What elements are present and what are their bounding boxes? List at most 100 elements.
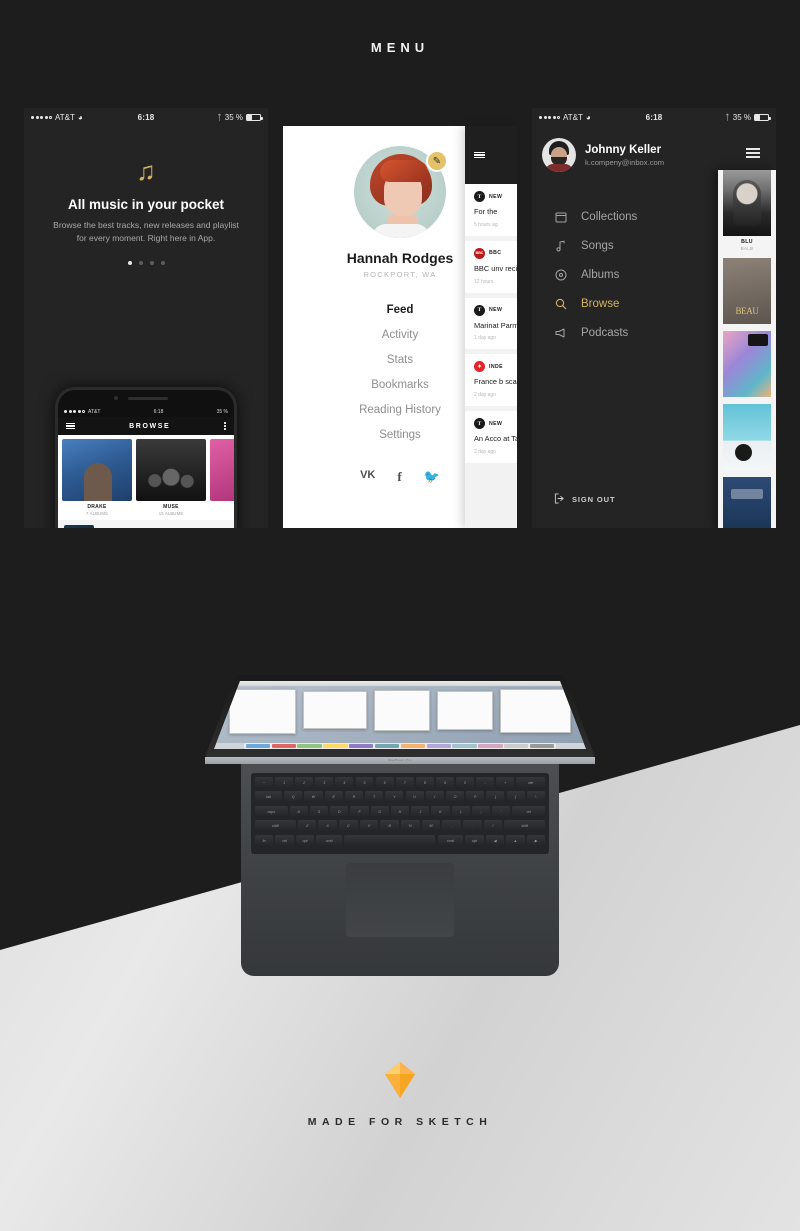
- album-item[interactable]: [723, 258, 771, 324]
- menu-item-label: Browse: [581, 297, 620, 310]
- trackpad[interactable]: [346, 862, 454, 937]
- bluetooth-icon: ᛏ: [216, 112, 222, 122]
- facebook-icon[interactable]: f: [397, 469, 401, 485]
- hamburger-icon[interactable]: [746, 148, 760, 158]
- news-item[interactable]: T NEW An Acco at Tapes 2 day ago: [465, 411, 517, 463]
- status-bar-right: ᛏ 35 %: [154, 112, 263, 122]
- album-title: BLU: [741, 239, 753, 245]
- track-row[interactable]: Run the Jewels 3 Run the Jewels +: [58, 520, 234, 528]
- macos-dock: [243, 743, 557, 749]
- news-item[interactable]: BBC BBC BBC unv recipes 12 hours: [465, 240, 517, 293]
- keyboard-row[interactable]: tab Q W E R T Y U I O P[] \: [255, 791, 545, 804]
- phone-earpiece: [58, 390, 234, 406]
- battery-percent-label: 35 %: [732, 112, 751, 122]
- avatar[interactable]: ✎: [354, 146, 448, 238]
- artist-album-count: 7 ALBUMS: [85, 511, 109, 516]
- wifi-icon: ◕: [585, 112, 591, 122]
- clock-label: 6:18: [645, 112, 663, 122]
- album-item[interactable]: [723, 477, 771, 528]
- phone-mockup: AT&T 6:18 35 % BROWSE DRAKE 7 ALBUMS MUS…: [55, 387, 237, 528]
- album-cover: [723, 170, 771, 236]
- pager-dot-1[interactable]: [127, 261, 132, 266]
- pager-dot-4[interactable]: [160, 261, 165, 266]
- sign-out-button[interactable]: SIGN OUT: [554, 493, 615, 506]
- hamburger-icon[interactable]: [66, 422, 75, 430]
- music-notes-icon: ♫: [136, 156, 156, 186]
- battery-icon: [246, 113, 263, 121]
- status-bar: AT&T ◕ 6:18 ᛏ 35 %: [532, 108, 776, 126]
- sign-out-label: SIGN OUT: [572, 495, 616, 504]
- keyboard-row[interactable]: shift Z X C V B N M,. / shift: [255, 820, 545, 833]
- news-headline: An Acco at Tapes: [474, 434, 517, 444]
- phone-navbar: BROWSE: [58, 417, 234, 435]
- album-item[interactable]: [723, 404, 771, 470]
- artist-card[interactable]: [210, 439, 234, 516]
- news-item[interactable]: T NEW For the 5 hours ag: [465, 184, 517, 236]
- signal-strength-icon: [64, 410, 85, 413]
- album-cover: [723, 331, 771, 397]
- pager-dot-3[interactable]: [149, 261, 154, 266]
- vk-icon[interactable]: VK: [360, 469, 375, 485]
- wifi-icon: ◕: [77, 112, 83, 122]
- nyt-logo: T: [474, 418, 485, 430]
- artist-card[interactable]: DRAKE 7 ALBUMS: [62, 439, 132, 516]
- artist-card[interactable]: MUSE 15 ALBUMS: [136, 439, 206, 516]
- album-artist: BALB: [740, 246, 754, 251]
- disc-icon: [554, 268, 567, 281]
- bluetooth-icon: ᛏ: [724, 112, 730, 122]
- artist-image: [62, 439, 132, 501]
- phone-status-bar: AT&T 6:18 35 %: [58, 406, 234, 417]
- news-item[interactable]: T NEW Marinat Parmes 1 day ago: [465, 297, 517, 350]
- artist-album-count: 15 ALBUMS: [158, 511, 184, 516]
- menu-item-label: Collections: [581, 210, 638, 223]
- keyboard[interactable]: ~1 2 3 4 5 6 7 8 9 0- + del tab Q W E R T Y U I O P[] \ caps A S…: [251, 773, 549, 854]
- keyboard-row[interactable]: fn ctrl opt cmd cmd opt ◀ ▲ ▶: [255, 834, 545, 847]
- logout-icon: [554, 493, 565, 506]
- user-name: Johnny Keller: [585, 143, 662, 156]
- album-item[interactable]: BLU BALB: [723, 170, 771, 251]
- hamburger-icon[interactable]: [474, 151, 485, 159]
- news-source: BBC: [489, 250, 502, 257]
- status-bar-left: AT&T ◕: [539, 113, 646, 122]
- nyt-logo: T: [474, 191, 485, 202]
- albums-strip[interactable]: BLU BALB: [718, 170, 776, 528]
- album-cover: [723, 404, 771, 470]
- kebab-menu-icon[interactable]: [224, 422, 226, 430]
- album-item[interactable]: [723, 331, 771, 397]
- pagination-dots[interactable]: [24, 261, 268, 266]
- album-cover: [723, 477, 771, 528]
- onboarding-subtitle: Browse the best tracks, new releases and…: [53, 220, 239, 244]
- carrier-label: AT&T: [88, 408, 101, 415]
- app-menu-content: Johnny Keller k.compeny@inbox.com Collec…: [532, 126, 776, 528]
- news-source: NEW: [489, 420, 503, 427]
- battery-percent-label: 35 %: [224, 112, 243, 122]
- macos-desktop: [214, 686, 586, 743]
- keyboard-row[interactable]: ~1 2 3 4 5 6 7 8 9 0- + del: [255, 777, 546, 789]
- laptop-screen: [214, 681, 586, 749]
- news-item[interactable]: ✦ INDE France b scare 2 day ago: [465, 354, 517, 407]
- menu-item-label: Podcasts: [581, 326, 629, 339]
- twitter-icon[interactable]: 🐦: [424, 469, 440, 485]
- music-note-icon: [554, 239, 567, 252]
- user-email: k.compeny@inbox.com: [585, 157, 665, 167]
- page-title: MENU: [370, 40, 430, 55]
- artist-carousel[interactable]: DRAKE 7 ALBUMS MUSE 15 ALBUMS: [58, 435, 234, 520]
- megaphone-icon: [554, 326, 567, 339]
- album-cover: [723, 258, 771, 324]
- clock-label: 6:18: [153, 408, 164, 415]
- menu-item-label: Albums: [581, 268, 620, 281]
- signal-strength-icon: [539, 115, 560, 119]
- battery-percent-label: 35 %: [216, 408, 228, 415]
- laptop-lid: [205, 675, 595, 757]
- laptop-mockup: MacBook Pro ~1 2 3 4 5 6 7 8 9 0- + del tab Q W E R T Y U I…: [205, 675, 595, 976]
- artist-image: [210, 439, 234, 501]
- avatar[interactable]: [542, 138, 576, 172]
- pager-dot-2[interactable]: [138, 261, 143, 266]
- news-timestamp: 2 day ago: [474, 392, 496, 399]
- user-header[interactable]: Johnny Keller k.compeny@inbox.com: [532, 126, 776, 172]
- phone-content: DRAKE 7 ALBUMS MUSE 15 ALBUMS R: [58, 435, 234, 528]
- edit-pencil-icon[interactable]: ✎: [426, 150, 448, 172]
- onboarding-title: All music in your pocket: [67, 197, 225, 212]
- keyboard-row[interactable]: caps A S D F G H J K L; ' ret: [255, 805, 545, 818]
- laptop-base: ~1 2 3 4 5 6 7 8 9 0- + del tab Q W E R T Y U I O P[] \ caps A S…: [241, 764, 559, 976]
